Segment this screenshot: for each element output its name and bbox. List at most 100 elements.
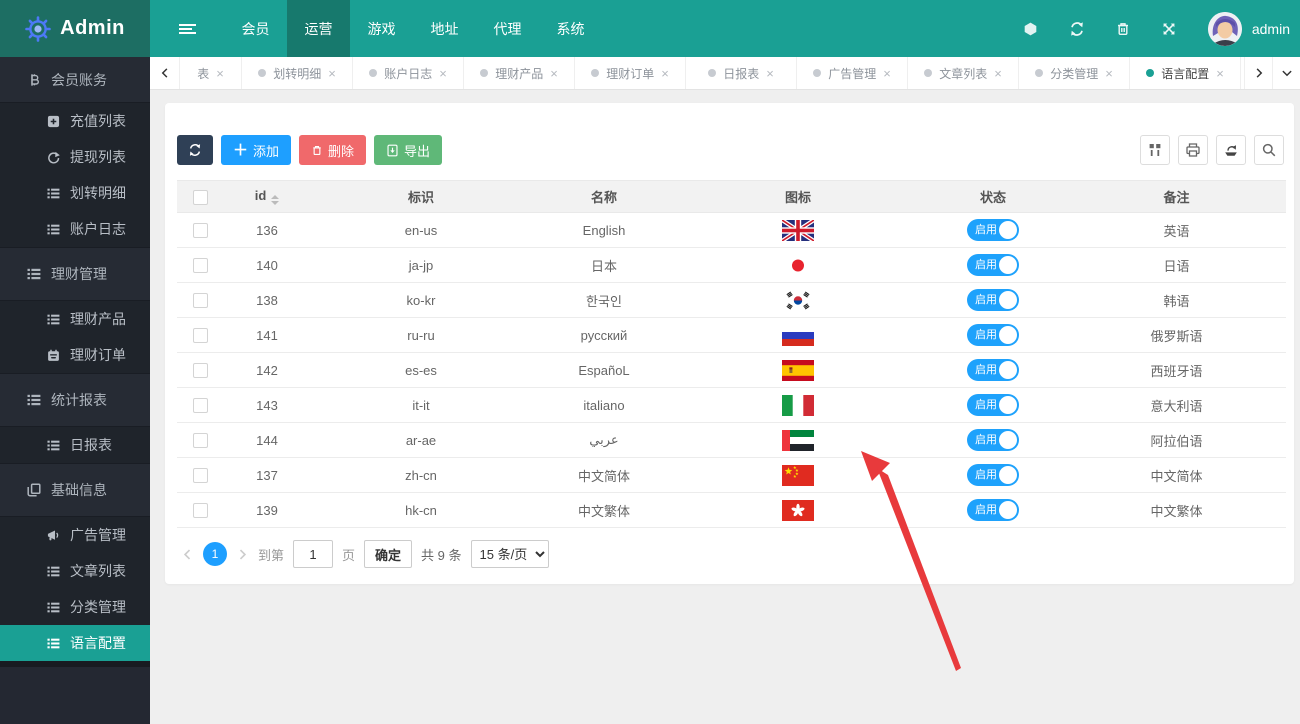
tab-scroll-right[interactable] <box>1244 57 1272 89</box>
add-button[interactable]: ＋添加 <box>221 135 291 165</box>
cell-id: 141 <box>223 318 311 353</box>
nav-item-games[interactable]: 游戏 <box>350 0 413 57</box>
fullscreen-icon[interactable] <box>1146 0 1192 57</box>
sidebar-item-category-mgmt[interactable]: 分类管理 <box>0 589 150 625</box>
sidebar-item-ad-mgmt[interactable]: 广告管理 <box>0 517 150 553</box>
sidebar-item-finance-orders[interactable]: 理财订单 <box>0 337 150 373</box>
export-icon <box>1223 142 1239 158</box>
status-toggle[interactable]: 启用 <box>967 499 1019 521</box>
list-icon <box>47 313 60 326</box>
sidebar-item-daily-report[interactable]: 日报表 <box>0 427 150 463</box>
tab-close-icon[interactable]: × <box>1216 67 1224 80</box>
status-toggle[interactable]: 启用 <box>967 219 1019 241</box>
status-toggle[interactable]: 启用 <box>967 394 1019 416</box>
flag-italy-icon <box>782 395 814 416</box>
tab-category-mgmt[interactable]: 分类管理 × <box>1019 57 1130 89</box>
tab-scroll-left[interactable] <box>150 57 180 89</box>
flag-uk-icon <box>782 220 814 241</box>
table-row: 141 ru-ru русский 启用 俄罗斯语 <box>177 318 1286 353</box>
delete-button[interactable]: 删除 <box>299 135 366 165</box>
export-data-button[interactable] <box>1216 135 1246 165</box>
sidebar-section-finance-mgmt[interactable]: 理财管理 <box>0 247 150 301</box>
row-checkbox[interactable] <box>193 363 208 378</box>
status-toggle[interactable]: 启用 <box>967 359 1019 381</box>
hamburger-icon[interactable] <box>150 0 224 57</box>
prev-page-button[interactable] <box>181 548 194 561</box>
tab-close-icon[interactable]: × <box>216 67 224 80</box>
row-checkbox[interactable] <box>193 328 208 343</box>
tab-close-icon[interactable]: × <box>994 67 1002 80</box>
tab-account-log[interactable]: 账户日志 × <box>353 57 464 89</box>
tab-transfer-detail[interactable]: 划转明细 × <box>242 57 353 89</box>
tab-daily-report[interactable]: 日报表 × <box>686 57 797 89</box>
refresh-icon[interactable] <box>1054 0 1100 57</box>
tab-list-partial[interactable]: 表 × <box>180 57 242 89</box>
status-toggle[interactable]: 启用 <box>967 254 1019 276</box>
page-size-select[interactable]: 15 条/页 <box>471 540 549 568</box>
sidebar-item-withdraw-list[interactable]: 提现列表 <box>0 139 150 175</box>
current-page[interactable]: 1 <box>203 542 227 566</box>
sidebar-item-article-list[interactable]: 文章列表 <box>0 553 150 589</box>
cell-name: 中文繁体 <box>531 493 677 528</box>
tab-close-icon[interactable]: × <box>883 67 891 80</box>
tab-close-icon[interactable]: × <box>550 67 558 80</box>
user-avatar[interactable] <box>1208 12 1242 46</box>
cell-code: it-it <box>311 388 531 423</box>
row-checkbox[interactable] <box>193 503 208 518</box>
tab-close-icon[interactable]: × <box>439 67 447 80</box>
username[interactable]: admin <box>1252 21 1294 37</box>
tab-close-icon[interactable]: × <box>766 67 774 80</box>
tab-close-icon[interactable]: × <box>328 67 336 80</box>
tab-article-list[interactable]: 文章列表 × <box>908 57 1019 89</box>
tab-language-config[interactable]: 语言配置 × <box>1130 57 1241 89</box>
sidebar-item-language-config[interactable]: 语言配置 <box>0 625 150 661</box>
tab-finance-products[interactable]: 理财产品 × <box>464 57 575 89</box>
next-page-button[interactable] <box>236 548 249 561</box>
select-all-checkbox[interactable] <box>193 190 208 205</box>
sidebar-item-finance-products[interactable]: 理财产品 <box>0 301 150 337</box>
status-toggle[interactable]: 启用 <box>967 429 1019 451</box>
export-button[interactable]: 导出 <box>374 135 442 165</box>
toggle-columns-button[interactable] <box>1140 135 1170 165</box>
row-checkbox[interactable] <box>193 433 208 448</box>
cell-id: 143 <box>223 388 311 423</box>
status-toggle[interactable]: 启用 <box>967 324 1019 346</box>
clear-cache-icon[interactable] <box>1100 0 1146 57</box>
nav-item-members[interactable]: 会员 <box>224 0 287 57</box>
sort-control[interactable] <box>271 195 279 205</box>
row-checkbox[interactable] <box>193 398 208 413</box>
tab-finance-orders[interactable]: 理财订单 × <box>575 57 686 89</box>
sidebar-item-transfer-detail[interactable]: 划转明细 <box>0 175 150 211</box>
sidebar-item-account-log[interactable]: 账户日志 <box>0 211 150 247</box>
tab-ad-mgmt[interactable]: 广告管理 × <box>797 57 908 89</box>
cell-id: 140 <box>223 248 311 283</box>
nav-item-agents[interactable]: 代理 <box>476 0 539 57</box>
tab-close-icon[interactable]: × <box>661 67 669 80</box>
tab-menu-dropdown[interactable] <box>1272 57 1300 89</box>
nav-item-system[interactable]: 系统 <box>539 0 602 57</box>
row-checkbox[interactable] <box>193 468 208 483</box>
refresh-button[interactable] <box>177 135 213 165</box>
tab-close-icon[interactable]: × <box>1105 67 1113 80</box>
nav-item-operations[interactable]: 运营 <box>287 0 350 57</box>
row-checkbox[interactable] <box>193 293 208 308</box>
nav-item-address[interactable]: 地址 <box>413 0 476 57</box>
status-toggle[interactable]: 启用 <box>967 464 1019 486</box>
toolbar: ＋添加 删除 导出 <box>177 135 1286 165</box>
print-button[interactable] <box>1178 135 1208 165</box>
sidebar-section-member-accounts[interactable]: 会员账务 <box>0 57 150 103</box>
row-checkbox[interactable] <box>193 223 208 238</box>
cell-note: 阿拉伯语 <box>1067 423 1286 458</box>
sidebar-item-recharge-list[interactable]: 充值列表 <box>0 103 150 139</box>
search-button[interactable] <box>1254 135 1284 165</box>
list-icon <box>47 601 60 614</box>
goto-page-input[interactable] <box>293 540 333 568</box>
theme-icon[interactable] <box>1008 0 1054 57</box>
status-toggle[interactable]: 启用 <box>967 289 1019 311</box>
total-count: 共 9 条 <box>421 545 461 564</box>
row-checkbox[interactable] <box>193 258 208 273</box>
sidebar-section-basic-info[interactable]: 基础信息 <box>0 463 150 517</box>
confirm-button[interactable]: 确定 <box>364 540 412 568</box>
top-header: Admin 会员 运营 游戏 地址 代理 系统 <box>0 0 1300 57</box>
sidebar-section-stat-reports[interactable]: 统计报表 <box>0 373 150 427</box>
